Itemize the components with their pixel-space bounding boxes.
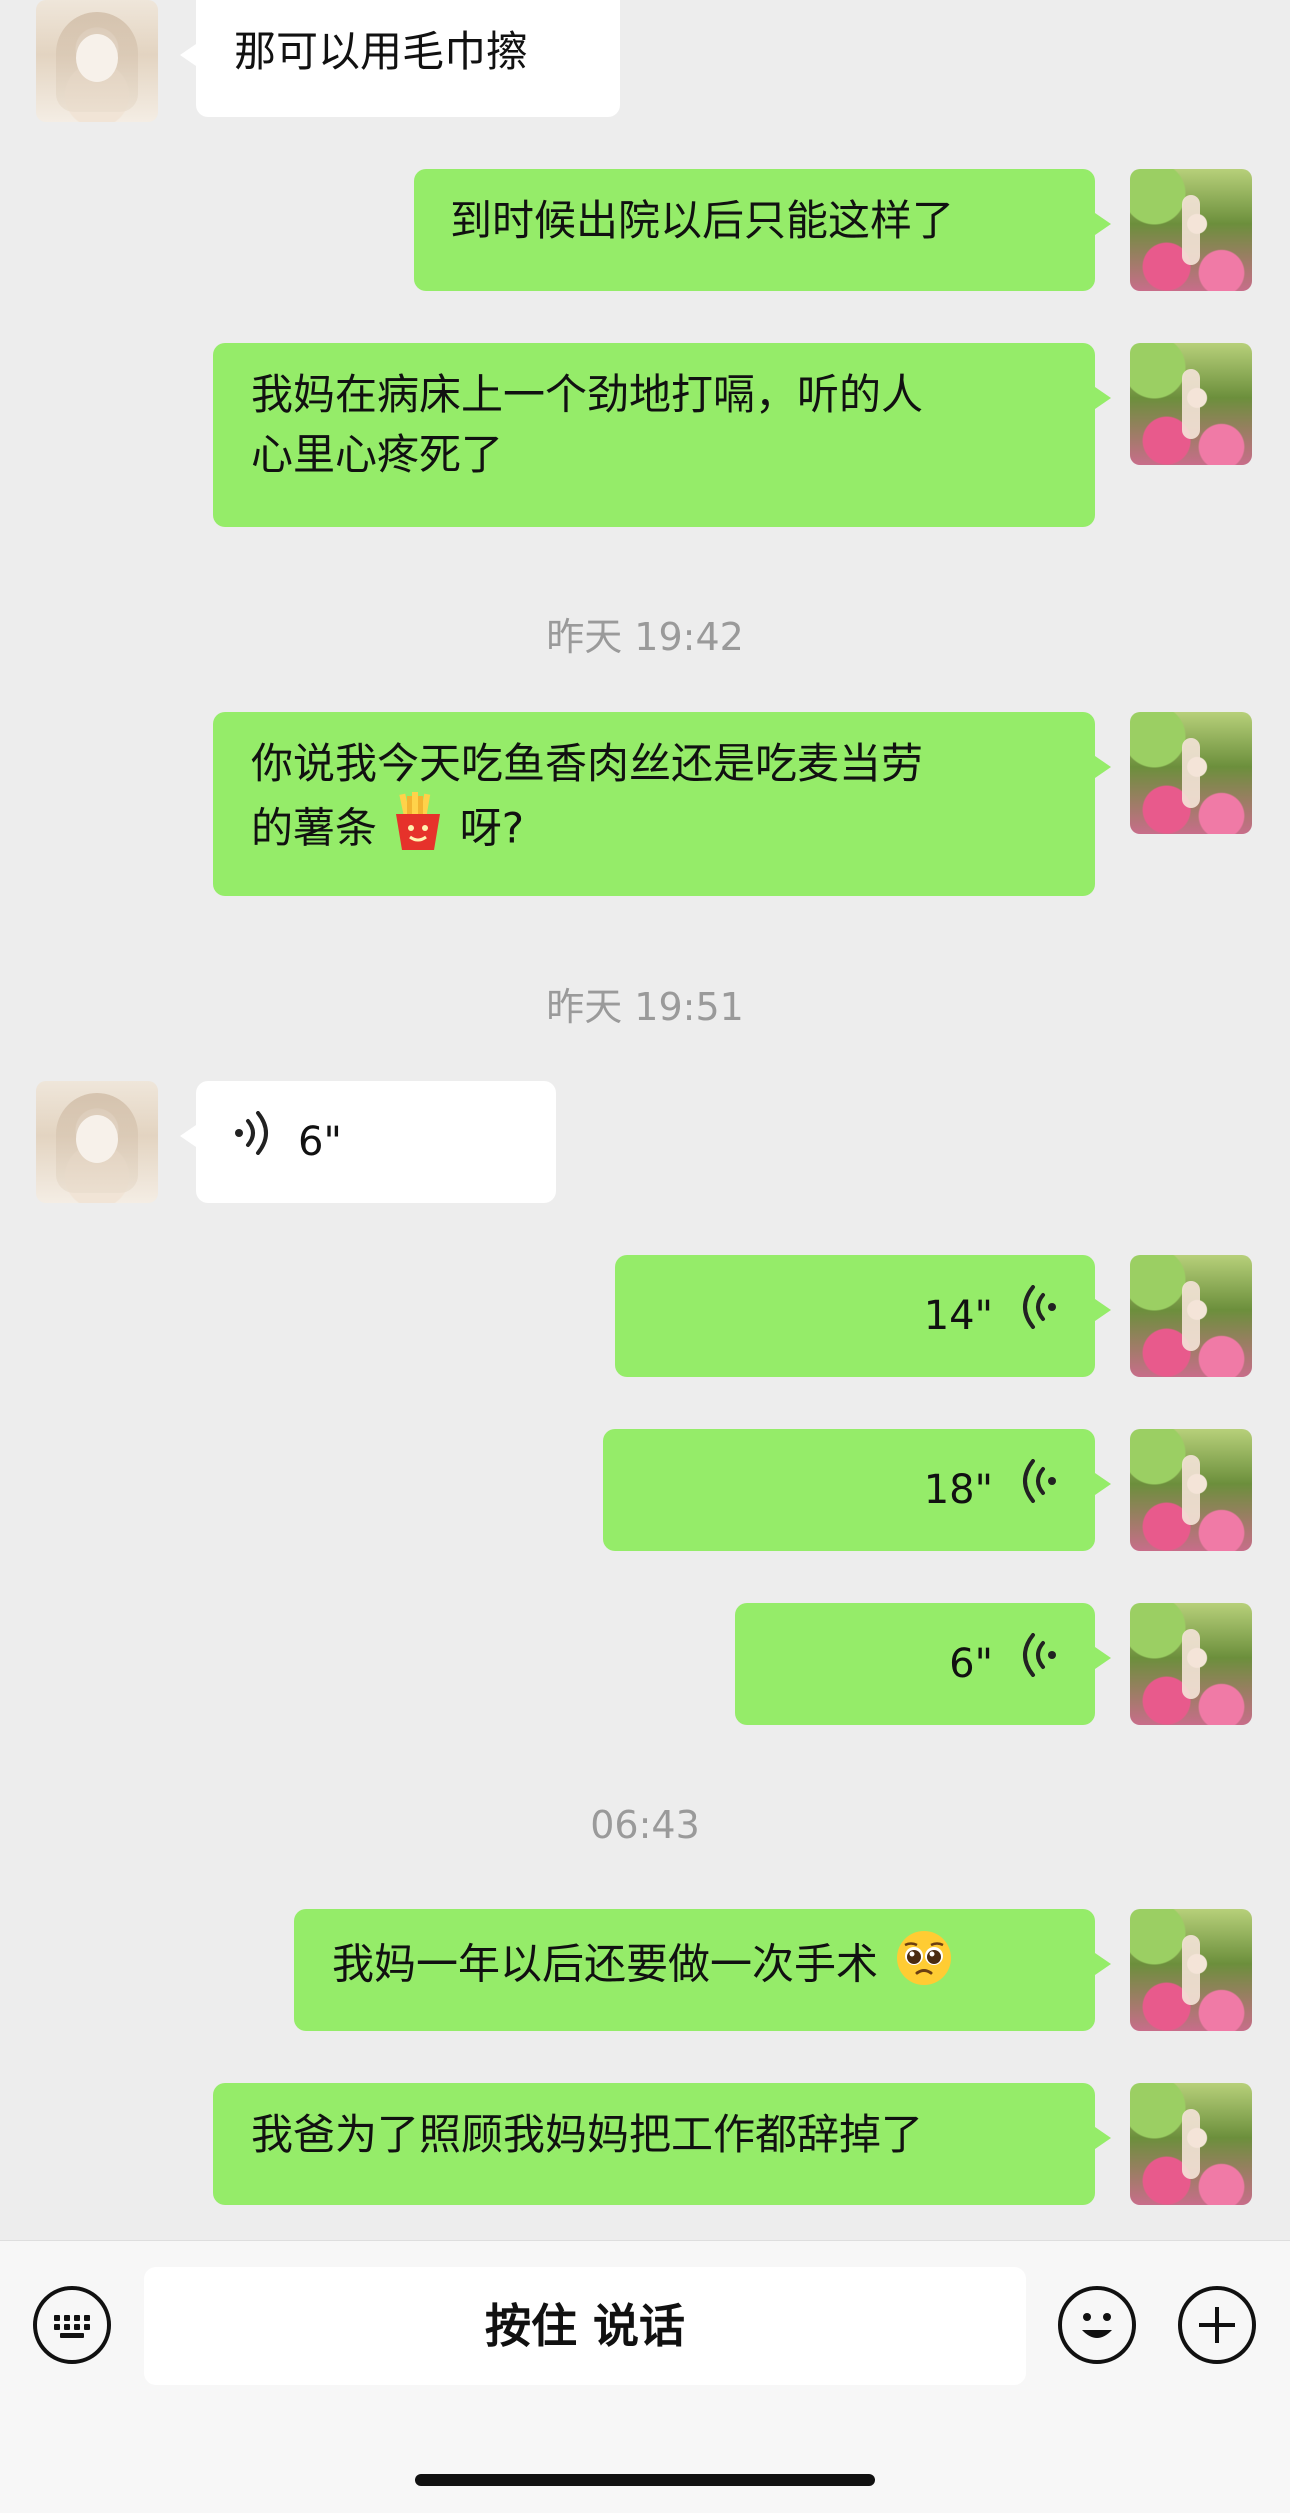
voice-wave-icon	[234, 1110, 272, 1174]
message-bubble-received[interactable]: 那可以用毛巾擦	[180, 0, 620, 117]
message-text-line: 我妈在病床上一个劲地打嗝，听的人	[251, 370, 924, 419]
voice-duration: 14"	[923, 1293, 993, 1339]
pleading-face-emoji-icon	[895, 1929, 953, 2005]
voice-message-sent[interactable]: 18"	[603, 1429, 1111, 1551]
voice-wave-icon	[1019, 1458, 1057, 1522]
message-text: 到时候出院以后只能这样了	[450, 196, 955, 245]
message-text: 呀?	[459, 803, 525, 853]
user-avatar[interactable]	[1130, 1909, 1252, 2031]
user-avatar[interactable]	[1130, 343, 1252, 465]
user-avatar[interactable]	[1130, 1603, 1252, 1725]
message-text-line: 的薯条 呀?	[251, 792, 1057, 870]
timestamp: 昨天 19:42	[546, 615, 744, 659]
contact-avatar[interactable]	[36, 0, 158, 122]
voice-duration: 18"	[923, 1467, 993, 1513]
message-text-line: 心里心疼死了	[251, 430, 504, 479]
user-avatar[interactable]	[1130, 712, 1252, 834]
voice-duration: 6"	[949, 1641, 993, 1687]
user-avatar[interactable]	[1130, 1255, 1252, 1377]
user-avatar[interactable]	[1130, 169, 1252, 291]
message-text: 我爸为了照顾我妈妈把工作都辞掉了	[251, 2110, 924, 2159]
message-text: 的薯条	[251, 803, 378, 853]
timestamp: 昨天 19:51	[546, 985, 744, 1029]
message-bubble-sent[interactable]: 我妈一年以后还要做一次手术	[294, 1909, 1111, 2031]
message-text: 我妈一年以后还要做一次手术	[332, 1939, 879, 1989]
french-fries-emoji-icon	[390, 792, 446, 870]
message-bubble-sent[interactable]: 你说我今天吃鱼香肉丝还是吃麦当劳 的薯条 呀?	[213, 712, 1111, 896]
message-bubble-sent[interactable]: 到时候出院以后只能这样了	[414, 169, 1111, 291]
message-bubble-sent[interactable]: 我妈在病床上一个劲地打嗝，听的人 心里心疼死了	[213, 343, 1111, 527]
home-indicator[interactable]	[415, 2474, 875, 2486]
emoji-face-icon[interactable]	[1058, 2286, 1136, 2364]
voice-wave-icon	[1019, 1284, 1057, 1348]
hold-to-talk-button[interactable]: 按住 说话	[144, 2267, 1026, 2385]
voice-message-sent[interactable]: 6"	[735, 1603, 1111, 1725]
contact-avatar[interactable]	[36, 1081, 158, 1203]
voice-wave-icon	[1019, 1632, 1057, 1696]
voice-message-received[interactable]: 6"	[180, 1081, 556, 1203]
user-avatar[interactable]	[1130, 1429, 1252, 1551]
plus-icon[interactable]	[1178, 2286, 1256, 2364]
user-avatar[interactable]	[1130, 2083, 1252, 2205]
keyboard-icon[interactable]	[33, 2286, 111, 2364]
message-text-line: 你说我今天吃鱼香肉丝还是吃麦当劳	[251, 739, 924, 788]
message-text: 那可以用毛巾擦	[234, 27, 529, 76]
voice-duration: 6"	[298, 1119, 342, 1165]
voice-message-sent[interactable]: 14"	[615, 1255, 1111, 1377]
timestamp: 06:43	[590, 1803, 700, 1847]
message-bubble-sent[interactable]: 我爸为了照顾我妈妈把工作都辞掉了	[213, 2083, 1111, 2205]
